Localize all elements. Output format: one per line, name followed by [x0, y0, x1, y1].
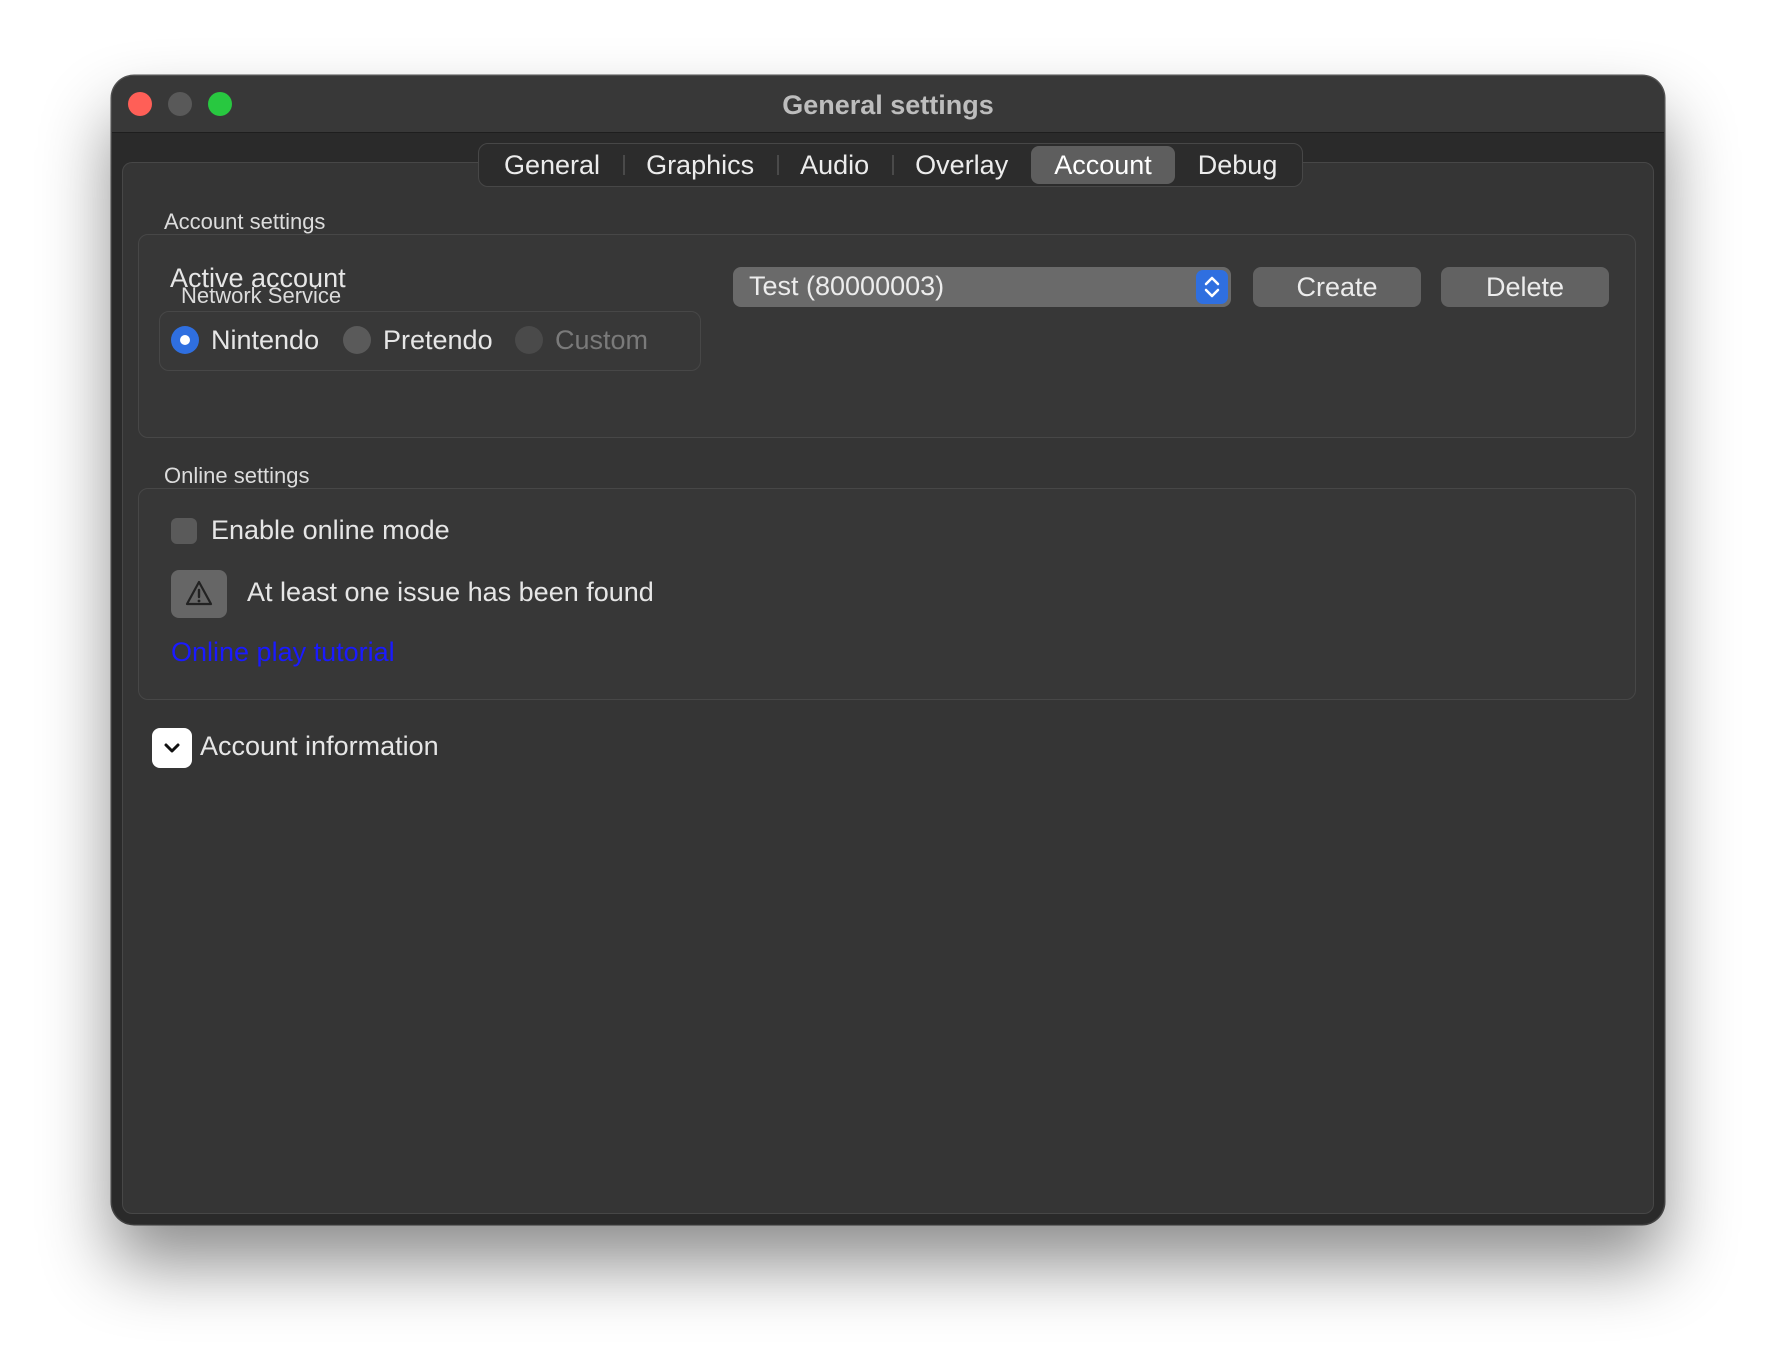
tab-overlay[interactable]: Overlay: [892, 146, 1031, 184]
issues-button[interactable]: [171, 570, 227, 618]
tab-graphics[interactable]: Graphics: [623, 146, 777, 184]
active-account-value: Test (80000003): [749, 271, 945, 301]
account-settings-title: Account settings: [164, 209, 326, 234]
tab-general[interactable]: General: [481, 146, 623, 184]
chevron-down-icon: [164, 743, 180, 753]
radio-pretendo-label[interactable]: Pretendo: [383, 325, 493, 356]
title-bar: General settings: [112, 76, 1664, 133]
account-information-toggle[interactable]: [152, 728, 192, 768]
tab-account[interactable]: Account: [1031, 146, 1175, 184]
radio-custom: [515, 326, 543, 354]
radio-nintendo[interactable]: [171, 326, 199, 354]
enable-online-checkbox[interactable]: [171, 518, 197, 544]
radio-pretendo[interactable]: [343, 326, 371, 354]
tab-content-panel: Account settings Active account Network …: [122, 162, 1654, 1214]
tab-audio[interactable]: Audio: [777, 146, 892, 184]
create-account-button[interactable]: Create: [1253, 267, 1421, 307]
tab-bar: General Graphics Audio Overlay Account D…: [478, 143, 1304, 187]
issue-text: At least one issue has been found: [247, 577, 654, 607]
online-play-tutorial-link[interactable]: Online play tutorial: [171, 637, 395, 668]
delete-account-button[interactable]: Delete: [1441, 267, 1609, 307]
network-service-title: Network Service: [181, 283, 342, 308]
select-stepper-icon: [1196, 270, 1228, 304]
radio-custom-label: Custom: [555, 325, 649, 355]
tab-debug[interactable]: Debug: [1175, 146, 1301, 184]
settings-window: General settings Account settings Active…: [112, 76, 1664, 1224]
account-information-label[interactable]: Account information: [200, 731, 439, 762]
enable-online-label[interactable]: Enable online mode: [211, 515, 450, 546]
warning-icon: [185, 580, 213, 606]
radio-nintendo-label[interactable]: Nintendo: [211, 325, 319, 356]
active-account-select[interactable]: Test (80000003): [733, 267, 1231, 307]
window-title: General settings: [782, 90, 994, 120]
online-settings-title: Online settings: [164, 463, 310, 488]
